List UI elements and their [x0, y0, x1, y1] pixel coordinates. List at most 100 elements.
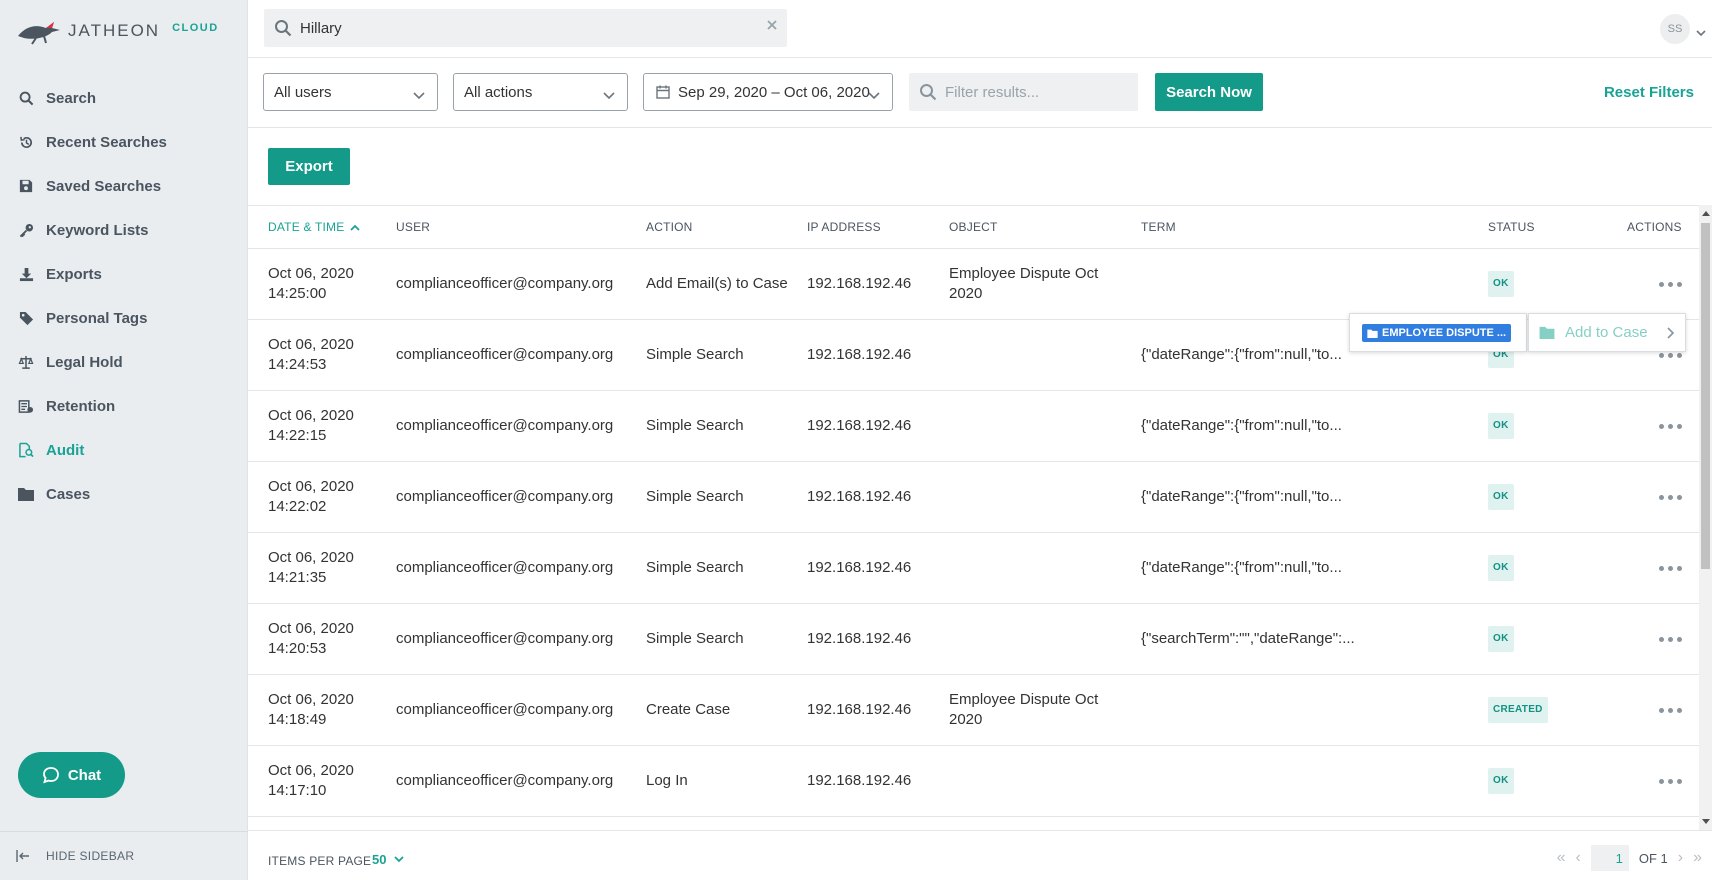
column-header-term[interactable]: TERM	[1141, 220, 1176, 234]
actions-cell	[1655, 391, 1686, 461]
scrollbar-thumb[interactable]	[1701, 223, 1710, 569]
column-header-date[interactable]: DATE & TIME	[268, 220, 361, 234]
action-cell: Log In	[646, 772, 688, 789]
object-cell: Employee Dispute Oct 2020	[949, 265, 1099, 302]
table-row[interactable]: Oct 06, 2020 14:21:35 complianceofficer@c…	[248, 533, 1699, 604]
ip-cell: 192.168.192.46	[807, 275, 912, 292]
sidebar-item-audit[interactable]: Audit	[0, 428, 248, 472]
time-value: 14:21:35	[268, 569, 327, 586]
column-header-ip[interactable]: IP ADDRESS	[807, 220, 881, 234]
sidebar-item-legal-hold[interactable]: Legal Hold	[0, 340, 248, 384]
more-options-icon[interactable]	[1655, 633, 1686, 646]
more-options-icon[interactable]	[1655, 491, 1686, 504]
sidebar-item-exports[interactable]: Exports	[0, 252, 248, 296]
table-row[interactable]: Oct 06, 2020 14:25:00 complianceofficer@c…	[248, 249, 1699, 320]
dragon-logo-icon	[18, 22, 60, 45]
table-footer: ITEMS PER PAGE 50 « ‹ 1 OF 1 › »	[248, 830, 1712, 880]
column-header-action[interactable]: ACTION	[646, 220, 693, 234]
items-per-page-select[interactable]: 50	[372, 852, 405, 867]
table-scrollbar[interactable]	[1699, 205, 1712, 830]
table-row[interactable]: Oct 06, 2020 14:22:15 complianceofficer@c…	[248, 391, 1699, 462]
scales-icon	[18, 354, 34, 370]
table-row[interactable]: Oct 06, 2020 14:17:10 complianceofficer@c…	[248, 746, 1699, 817]
action-cell: Simple Search	[646, 630, 744, 647]
more-options-icon[interactable]	[1655, 704, 1686, 717]
date-range-picker[interactable]: Sep 29, 2020 – Oct 06, 2020	[643, 73, 893, 111]
add-to-case-menu-item[interactable]: Add to Case	[1528, 313, 1686, 352]
user-cell: complianceofficer@company.org	[396, 630, 614, 647]
table-row[interactable]: Oct 06, 2020 14:18:49 complianceofficer@c…	[248, 675, 1699, 746]
first-page-icon[interactable]: «	[1557, 849, 1566, 867]
calendar-icon	[656, 85, 670, 99]
term-cell	[1141, 675, 1371, 745]
table-row[interactable]: Oct 06, 2020 14:22:02 complianceofficer@c…	[248, 462, 1699, 533]
reset-filters-link[interactable]: Reset Filters	[1604, 84, 1694, 101]
sidebar-item-keyword-lists[interactable]: Keyword Lists	[0, 208, 248, 252]
sidebar-item-label: Recent Searches	[46, 133, 167, 151]
brand-name: JATHEON	[68, 21, 161, 40]
sidebar-item-recent-searches[interactable]: Recent Searches	[0, 120, 248, 164]
table-row[interactable]: Oct 06, 2020 14:20:53 complianceofficer@c…	[248, 604, 1699, 675]
scroll-up-arrow-icon[interactable]	[1702, 211, 1710, 216]
sidebar-item-search[interactable]: Search	[0, 76, 248, 120]
previous-page-icon[interactable]: ‹	[1576, 849, 1581, 867]
global-search-input[interactable]	[300, 19, 740, 37]
filter-results	[909, 73, 1138, 111]
search-icon	[275, 20, 292, 37]
ip-cell: 192.168.192.46	[807, 701, 912, 718]
term-cell	[1141, 746, 1371, 816]
column-header-user[interactable]: USER	[396, 220, 430, 234]
jatheon-logo[interactable]: JATHEON CLOUD	[16, 16, 219, 46]
date-cell: Oct 06, 2020 14:17:10	[268, 746, 378, 816]
chevron-down-icon	[868, 87, 880, 104]
items-per-page-value: 50	[372, 852, 387, 867]
chat-button[interactable]: Chat	[18, 752, 125, 798]
more-options-icon[interactable]	[1655, 775, 1686, 788]
case-chip-label: EMPLOYEE DISPUTE ...	[1382, 327, 1507, 339]
actions-cell	[1655, 462, 1686, 532]
users-dropdown[interactable]: All users	[263, 73, 438, 111]
avatar[interactable]: SS	[1660, 14, 1690, 44]
chat-bubble-icon	[42, 767, 59, 784]
sidebar-item-label: Audit	[46, 441, 85, 459]
more-options-icon[interactable]	[1655, 562, 1686, 575]
brand-suffix: CLOUD	[172, 22, 219, 34]
add-to-case-label: Add to Case	[1565, 324, 1648, 341]
tag-icon	[18, 310, 34, 326]
more-options-icon[interactable]	[1655, 278, 1686, 291]
actions-cell	[1655, 746, 1686, 816]
date-cell: Oct 06, 2020 14:22:02	[268, 462, 378, 532]
term-cell: {"searchTerm":"","dateRange":...	[1141, 630, 1355, 647]
ip-cell: 192.168.192.46	[807, 630, 912, 647]
date-cell: Oct 06, 2020 14:18:49	[268, 675, 378, 745]
export-button[interactable]: Export	[268, 148, 350, 185]
chevron-down-icon[interactable]	[1696, 24, 1706, 42]
action-cell: Create Case	[646, 701, 731, 718]
filter-results-input[interactable]	[945, 83, 1135, 101]
next-page-icon[interactable]: ›	[1678, 849, 1683, 867]
hide-sidebar-toggle[interactable]: HIDE SIDEBAR	[0, 831, 248, 880]
page-number-input[interactable]: 1	[1590, 845, 1629, 871]
date-cell: Oct 06, 2020 14:22:15	[268, 391, 378, 461]
sidebar-item-saved-searches[interactable]: Saved Searches	[0, 164, 248, 208]
scroll-down-arrow-icon[interactable]	[1702, 819, 1710, 824]
status-cell: OK	[1488, 462, 1514, 532]
more-options-icon[interactable]	[1655, 420, 1686, 433]
actions-dropdown[interactable]: All actions	[453, 73, 628, 111]
clear-search-icon[interactable]	[765, 18, 779, 37]
sidebar-item-personal-tags[interactable]: Personal Tags	[0, 296, 248, 340]
floppy-disk-icon	[18, 178, 34, 194]
status-cell: CREATED	[1488, 675, 1548, 745]
search-now-button[interactable]: Search Now	[1155, 73, 1263, 111]
column-header-object[interactable]: OBJECT	[949, 220, 998, 234]
sidebar-item-retention[interactable]: Retention	[0, 384, 248, 428]
column-header-status[interactable]: STATUS	[1488, 220, 1535, 234]
case-chip-employee-dispute[interactable]: EMPLOYEE DISPUTE ...	[1362, 324, 1511, 342]
user-cell: complianceofficer@company.org	[396, 559, 614, 576]
sidebar-item-label: Cases	[46, 485, 91, 503]
sidebar-item-cases[interactable]: Cases	[0, 472, 248, 516]
last-page-icon[interactable]: »	[1693, 849, 1702, 867]
term-cell: {"dateRange":{"from":null,"to...	[1141, 488, 1342, 505]
time-value: 14:25:00	[268, 285, 327, 302]
date-value: Oct 06, 2020	[268, 549, 354, 566]
